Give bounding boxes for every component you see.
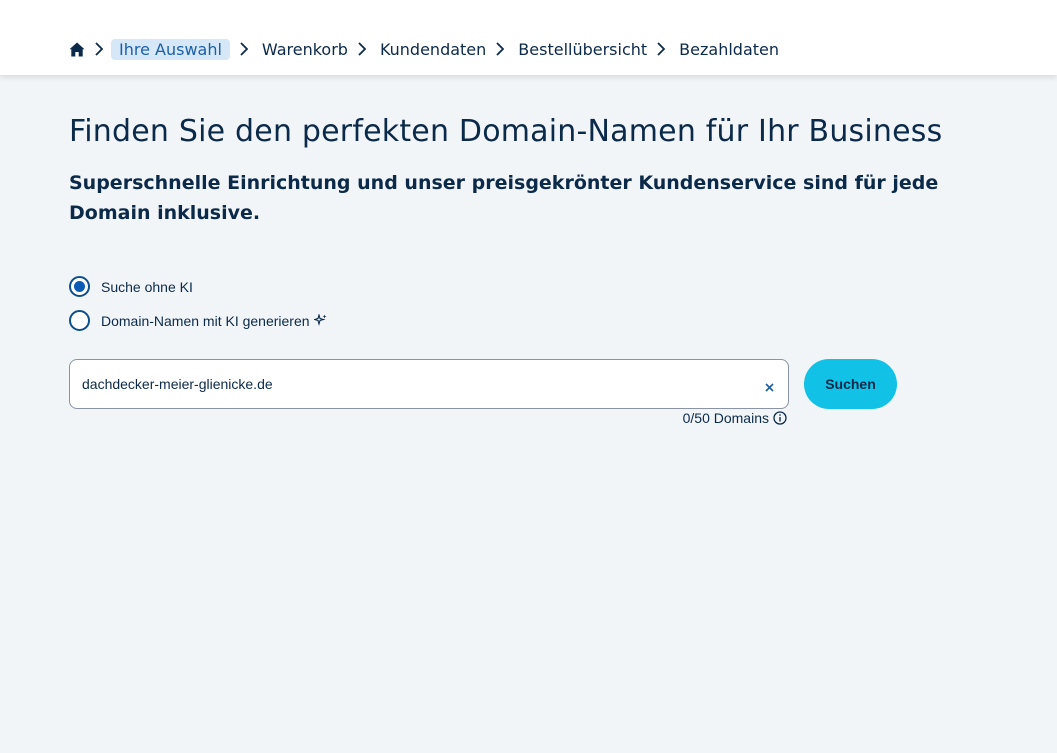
domain-search-input[interactable] <box>82 376 762 392</box>
chevron-right-icon <box>95 41 105 57</box>
radio-label-generate-with-ai: Domain-Namen mit KI generieren <box>101 312 310 329</box>
breadcrumb: Ihre Auswahl Warenkorb Kundendaten Beste… <box>69 37 779 61</box>
sparkle-icon <box>313 314 327 327</box>
breadcrumb-item-ihre-auswahl[interactable]: Ihre Auswahl <box>111 38 230 60</box>
radio-button-unselected[interactable] <box>69 310 90 331</box>
breadcrumb-item-bezahldaten[interactable]: Bezahldaten <box>679 40 779 59</box>
radio-label-search-without-ai: Suche ohne KI <box>101 278 193 295</box>
page-title: Finden Sie den perfekten Domain-Namen fü… <box>69 114 943 149</box>
clear-icon[interactable] <box>762 380 776 394</box>
domain-counter: 0/50 Domains <box>683 410 787 426</box>
chevron-right-icon <box>496 41 506 57</box>
chevron-right-icon <box>240 41 250 57</box>
page-subtitle: Superschnelle Einrichtung und unser prei… <box>69 172 939 224</box>
breadcrumb-item-bestelluebersicht[interactable]: Bestellübersicht <box>518 40 647 59</box>
domain-counter-text: 0/50 Domains <box>682 410 769 426</box>
search-button[interactable]: Suchen <box>804 359 897 409</box>
info-icon[interactable] <box>773 411 787 425</box>
radio-dot <box>74 281 85 292</box>
radio-search-without-ai[interactable]: Suche ohne KI <box>69 276 193 297</box>
domain-search-box <box>69 359 789 409</box>
breadcrumb-item-kundendaten[interactable]: Kundendaten <box>380 40 486 59</box>
top-header: Ihre Auswahl Warenkorb Kundendaten Beste… <box>0 0 1057 75</box>
breadcrumb-item-warenkorb[interactable]: Warenkorb <box>262 40 348 59</box>
chevron-right-icon <box>358 41 368 57</box>
home-icon[interactable] <box>69 41 85 57</box>
radio-generate-with-ai[interactable]: Domain-Namen mit KI generieren <box>69 310 327 331</box>
chevron-right-icon <box>657 41 667 57</box>
radio-button-selected[interactable] <box>69 276 90 297</box>
